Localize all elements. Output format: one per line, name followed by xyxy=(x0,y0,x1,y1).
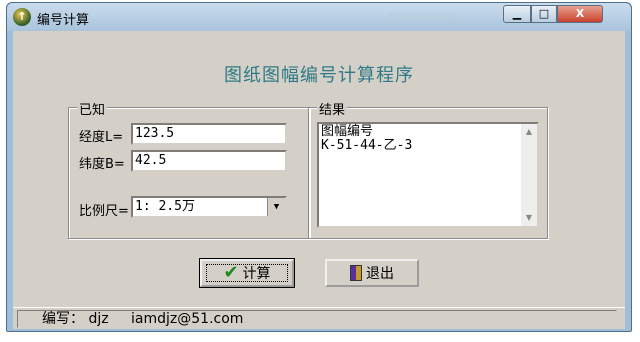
status-author: 编写： djz xyxy=(42,311,109,327)
status-panel: 编写： djz iamdjz@51.com xyxy=(17,310,617,328)
result-textarea[interactable]: 图幅编号 K-51-44-乙-3 ▲ ▼ xyxy=(317,122,539,228)
latitude-label: 纬度B= xyxy=(79,157,125,172)
chevron-down-icon[interactable]: ▼ xyxy=(267,198,285,216)
result-groupbox: 结果 图幅编号 K-51-44-乙-3 ▲ ▼ xyxy=(308,99,548,239)
latitude-input[interactable]: 42.5 xyxy=(131,150,287,172)
title-bar[interactable]: ↑ 编号计算 ▁ □ X xyxy=(7,3,631,31)
maximize-button[interactable]: □ xyxy=(531,5,557,23)
scale-label: 比例尺= xyxy=(79,204,129,219)
longitude-label: 经度L= xyxy=(79,130,124,145)
exit-door-icon xyxy=(350,265,362,281)
app-logo-icon: ↑ xyxy=(13,8,31,26)
longitude-input[interactable]: 123.5 xyxy=(131,123,287,145)
result-group-label: 结果 xyxy=(317,99,348,118)
exit-button[interactable]: 退出 xyxy=(325,259,419,287)
window-title: 编号计算 xyxy=(37,13,90,28)
exit-button-label: 退出 xyxy=(366,266,394,282)
app-heading: 图纸图幅编号计算程序 xyxy=(224,65,414,86)
scroll-up-icon[interactable]: ▲ xyxy=(521,124,537,140)
minimize-button[interactable]: ▁ xyxy=(503,5,531,23)
known-group-label: 已知 xyxy=(77,99,108,118)
focus-rectangle xyxy=(206,264,288,282)
close-button[interactable]: X xyxy=(557,5,603,23)
scroll-down-icon[interactable]: ▼ xyxy=(521,210,537,226)
known-groupbox: 已知 经度L= 123.5 纬度B= 42.5 比例尺= 1: 2.5万 ▼ xyxy=(68,99,310,239)
status-bar: 编写： djz iamdjz@51.com xyxy=(13,307,625,329)
dialog-window: ↑ 编号计算 ▁ □ X 图纸图幅编号计算程序 已知 经度L= 123.5 纬度… xyxy=(6,2,632,332)
scale-select[interactable]: 1: 2.5万 ▼ xyxy=(131,196,287,218)
title-bar-blurred-area xyxy=(387,13,457,21)
scale-selected-value: 1: 2.5万 xyxy=(135,199,195,214)
status-email: iamdjz@51.com xyxy=(131,311,244,327)
result-text: 图幅编号 K-51-44-乙-3 xyxy=(321,124,413,153)
result-scrollbar[interactable]: ▲ ▼ xyxy=(521,124,537,226)
dialog-client-area: 图纸图幅编号计算程序 已知 经度L= 123.5 纬度B= 42.5 比例尺= … xyxy=(13,31,625,307)
calculate-button[interactable]: ✔ 计算 xyxy=(199,258,295,288)
